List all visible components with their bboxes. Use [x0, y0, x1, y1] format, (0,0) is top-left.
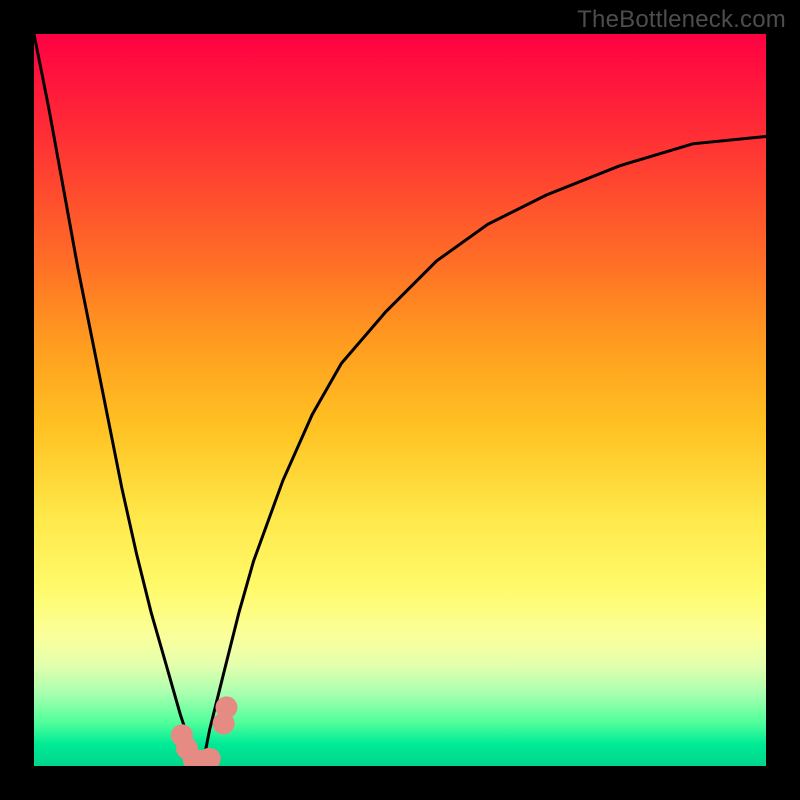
chart-container: TheBottleneck.com [0, 0, 800, 800]
marker-group [171, 696, 238, 766]
plot-svg [34, 34, 766, 766]
watermark-text: TheBottleneck.com [577, 6, 786, 34]
curve-left-curve [34, 34, 202, 766]
plot-area [34, 34, 766, 766]
marker-dot [216, 696, 238, 718]
curve-group [34, 34, 766, 766]
curve-right-curve [202, 137, 766, 767]
